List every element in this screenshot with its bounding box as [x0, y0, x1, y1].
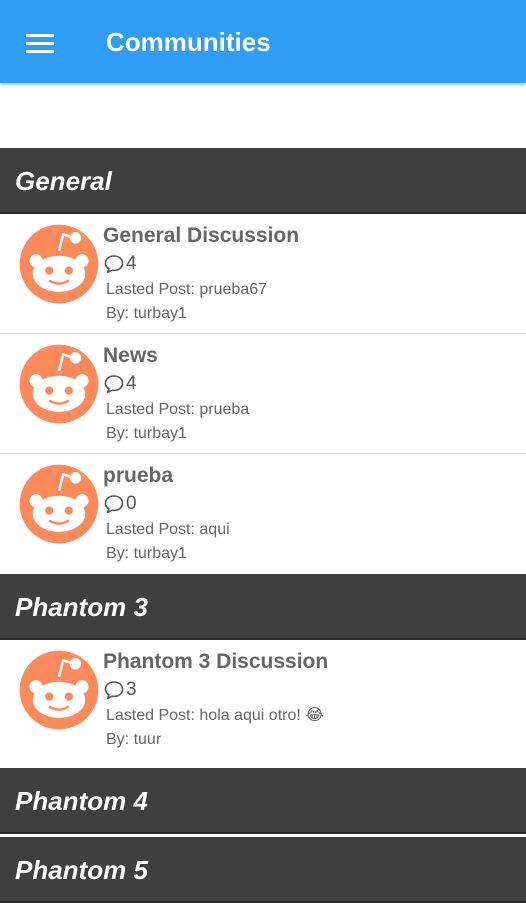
hamburger-menu-icon[interactable]: [22, 26, 58, 58]
author-name: turbay1: [133, 305, 187, 322]
author-label: By:: [106, 545, 130, 562]
comment-count: 4: [104, 372, 137, 396]
comment-count-value: 4: [126, 253, 137, 274]
comment-count: 4: [104, 252, 137, 276]
section-phantom-3: Phantom 3 Discussion 3 Lasted Post: hola…: [0, 640, 526, 768]
last-post: Lasted Post: aqui: [106, 520, 230, 540]
last-post-value: hola aqui otro! 😂: [199, 707, 324, 724]
author-label: By:: [106, 731, 130, 748]
speech-bubble-icon: [104, 375, 124, 394]
speech-bubble-icon: [104, 255, 124, 274]
author-name: tuur: [133, 731, 162, 748]
author-line: By: turbay1: [106, 304, 187, 324]
speech-bubble-icon: [104, 681, 124, 700]
comment-count-value: 0: [126, 493, 137, 514]
reddit-alien-avatar-icon: [19, 224, 99, 304]
forum-title: News: [103, 344, 158, 367]
forum-title: prueba: [103, 464, 174, 487]
author-label: By:: [106, 425, 130, 442]
comment-count: 3: [104, 678, 137, 702]
author-name: turbay1: [133, 425, 187, 442]
page-title: Communities: [106, 27, 271, 57]
last-post-label: Lasted Post:: [106, 521, 195, 538]
section-header-phantom-5[interactable]: Phantom 5: [0, 837, 526, 903]
last-post: Lasted Post: hola aqui otro! 😂: [106, 706, 324, 726]
author-label: By:: [106, 305, 130, 322]
community-list: General General Discussion 4 Lasted Post…: [0, 148, 526, 903]
last-post-value: prueba67: [199, 281, 268, 298]
forum-item-news[interactable]: News 4 Lasted Post: prueba By: turbay1: [0, 334, 526, 454]
reddit-alien-avatar-icon: [19, 464, 99, 544]
author-line: By: turbay1: [106, 544, 187, 564]
last-post: Lasted Post: prueba67: [106, 280, 267, 300]
forum-item-prueba[interactable]: prueba 0 Lasted Post: aqui By: turbay1: [0, 454, 526, 574]
author-line: By: turbay1: [106, 424, 187, 444]
forum-title: General Discussion: [103, 224, 300, 247]
forum-title: Phantom 3 Discussion: [103, 650, 329, 673]
last-post-value: aqui: [199, 521, 230, 538]
reddit-alien-avatar-icon: [19, 650, 99, 730]
reddit-alien-avatar-icon: [19, 344, 99, 424]
app-bar: Communities: [0, 0, 526, 83]
section-header-phantom-4[interactable]: Phantom 4: [0, 768, 526, 834]
comment-count-value: 3: [126, 679, 137, 700]
last-post-label: Lasted Post:: [106, 707, 195, 724]
section-header-general[interactable]: General: [0, 148, 526, 214]
forum-item-phantom-3-discussion[interactable]: Phantom 3 Discussion 3 Lasted Post: hola…: [0, 640, 526, 768]
section-header-phantom-3[interactable]: Phantom 3: [0, 574, 526, 640]
last-post-label: Lasted Post:: [106, 401, 195, 418]
comment-count-value: 4: [126, 373, 137, 394]
last-post: Lasted Post: prueba: [106, 400, 249, 420]
author-line: By: tuur: [106, 730, 161, 750]
forum-item-general-discussion[interactable]: General Discussion 4 Lasted Post: prueba…: [0, 214, 526, 334]
section-general: General Discussion 4 Lasted Post: prueba…: [0, 214, 526, 574]
last-post-value: prueba: [199, 401, 250, 418]
author-name: turbay1: [133, 545, 187, 562]
comment-count: 0: [104, 492, 137, 516]
last-post-label: Lasted Post:: [106, 281, 195, 298]
speech-bubble-icon: [104, 495, 124, 514]
